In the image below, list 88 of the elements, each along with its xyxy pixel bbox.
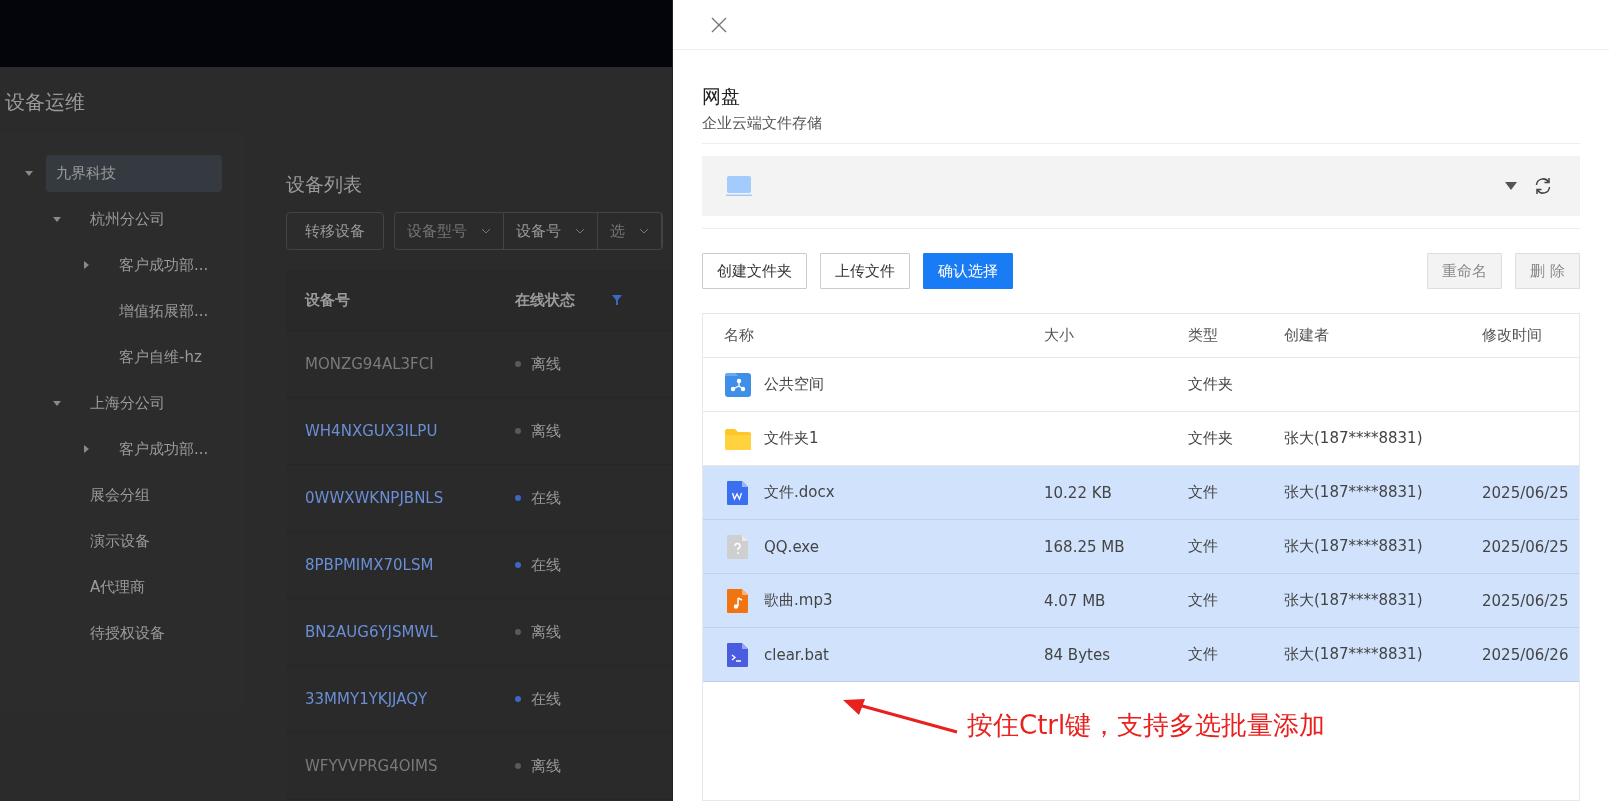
- file-row[interactable]: clear.bat 84 Bytes 文件 张大(187****8831) 2025/06/26: [703, 628, 1579, 682]
- status-text: 离线: [531, 421, 561, 441]
- table-cell: 2025/06/25: [1482, 483, 1569, 502]
- tree-item[interactable]: 演示设备: [80, 522, 160, 560]
- status-text: 在线: [531, 689, 561, 709]
- file-row[interactable]: 歌曲.mp3 4.07 MB 文件 张大(187****8831) 2025/06/25: [703, 574, 1579, 628]
- chevron-icon: [639, 228, 649, 234]
- file-name: QQ.exe: [764, 537, 819, 556]
- refresh-icon[interactable]: [1533, 176, 1553, 196]
- column-header: 创建者: [1284, 326, 1329, 345]
- select-field[interactable]: 设备型号: [395, 213, 504, 249]
- tree-item[interactable]: 杭州分公司: [80, 200, 175, 238]
- table-cell: 84 Bytes: [1044, 645, 1110, 664]
- file-row[interactable]: QQ.exe 168.25 MB 文件 张大(187****8831) 2025/06/25: [703, 520, 1579, 574]
- table-cell: 文件: [1188, 591, 1218, 610]
- tree-item[interactable]: 待授权设备: [80, 614, 175, 652]
- file-name: 文件.docx: [764, 483, 835, 502]
- table-cell: 文件: [1188, 537, 1218, 556]
- column-header: 修改时间: [1482, 326, 1542, 345]
- tree-item[interactable]: 客户成功部...: [109, 246, 219, 284]
- file-name: clear.bat: [764, 645, 829, 664]
- device-link: MONZG94AL3FCI: [305, 355, 434, 373]
- close-icon[interactable]: [711, 16, 727, 33]
- column-header: 设备号: [305, 290, 350, 310]
- caret-icon[interactable]: [24, 168, 34, 178]
- status-text: 在线: [531, 488, 561, 508]
- device-link[interactable]: 0WWXWKNPJBNLS: [305, 489, 444, 507]
- device-link[interactable]: 8PBPMIMX70LSM: [305, 556, 434, 574]
- drawer-subtitle: 企业云端文件存储: [702, 114, 1580, 144]
- filter-icon[interactable]: [611, 294, 623, 306]
- file-name: 文件夹1: [764, 429, 819, 448]
- table-cell: 10.22 KB: [1044, 483, 1112, 502]
- transfer-button[interactable]: 转移设备: [286, 212, 384, 250]
- select-field[interactable]: 设备号: [504, 213, 598, 249]
- chevron-icon: [575, 228, 585, 234]
- caret-icon[interactable]: [52, 214, 62, 224]
- laptop-icon: [726, 175, 752, 197]
- dropdown-icon: [1505, 182, 1517, 190]
- table-cell: 168.25 MB: [1044, 537, 1125, 556]
- list-title: 设备列表: [286, 172, 363, 197]
- file-row[interactable]: 公共空间 文件夹: [703, 358, 1579, 412]
- status-text: 离线: [531, 756, 561, 776]
- shared-folder-icon: [724, 371, 752, 398]
- table-cell: 2025/06/26: [1482, 645, 1569, 664]
- tree-item[interactable]: 九界科技: [46, 154, 222, 192]
- table-cell: 文件夹: [1188, 429, 1233, 448]
- caret-icon[interactable]: [52, 398, 62, 408]
- status-text: 离线: [531, 354, 561, 374]
- toolbar-button[interactable]: 创建文件夹: [702, 253, 807, 289]
- device-link: WFYVVPRG4OIMS: [305, 757, 438, 775]
- tree-item[interactable]: 增值拓展部...: [109, 292, 219, 330]
- table-cell: 张大(187****8831): [1284, 591, 1423, 610]
- table-cell: 2025/06/25: [1482, 591, 1569, 610]
- toolbar-button[interactable]: 上传文件: [820, 253, 910, 289]
- table-cell: 张大(187****8831): [1284, 483, 1423, 502]
- tree-item[interactable]: 客户成功部...: [109, 430, 219, 468]
- caret-icon[interactable]: [81, 444, 91, 454]
- file-name: 公共空间: [764, 375, 824, 394]
- status-text: 在线: [531, 555, 561, 575]
- chevron-icon: [481, 228, 491, 234]
- table-cell: 张大(187****8831): [1284, 645, 1423, 664]
- column-header: 名称: [724, 326, 754, 345]
- table-cell: 文件: [1188, 645, 1218, 664]
- table-cell: 文件夹: [1188, 375, 1233, 394]
- file-name: 歌曲.mp3: [764, 591, 833, 610]
- table-cell: 4.07 MB: [1044, 591, 1106, 610]
- table-cell: 2025/06/25: [1482, 537, 1569, 556]
- page-title: 设备运维: [4, 89, 86, 116]
- column-header: 大小: [1044, 326, 1074, 345]
- status-text: 离线: [531, 622, 561, 642]
- annotation-text: 按住Ctrl键，支持多选批量添加: [967, 709, 1326, 742]
- column-header: 在线状态: [515, 290, 575, 310]
- device-link[interactable]: 33MMY1YKJJAQY: [305, 690, 428, 708]
- table-cell: 张大(187****8831): [1284, 537, 1423, 556]
- device-link[interactable]: BN2AUG6YJSMWL: [305, 623, 438, 641]
- tree-item[interactable]: 上海分公司: [80, 384, 175, 422]
- tree-item[interactable]: 展会分组: [80, 476, 160, 514]
- table-cell: 张大(187****8831): [1284, 429, 1423, 448]
- tree-item[interactable]: A代理商: [80, 568, 156, 606]
- select-field[interactable]: 选: [598, 213, 662, 249]
- toolbar-button[interactable]: 确认选择: [923, 253, 1013, 289]
- drawer-title: 网盘: [702, 84, 741, 109]
- tree-item[interactable]: 客户自维-hz: [109, 338, 212, 376]
- table-cell: 文件: [1188, 483, 1218, 502]
- device-link[interactable]: WH4NXGUX3ILPU: [305, 422, 438, 440]
- file-row[interactable]: 文件.docx 10.22 KB 文件 张大(187****8831) 2025/06/25: [703, 466, 1579, 520]
- column-header: 类型: [1188, 326, 1218, 345]
- caret-icon[interactable]: [81, 260, 91, 270]
